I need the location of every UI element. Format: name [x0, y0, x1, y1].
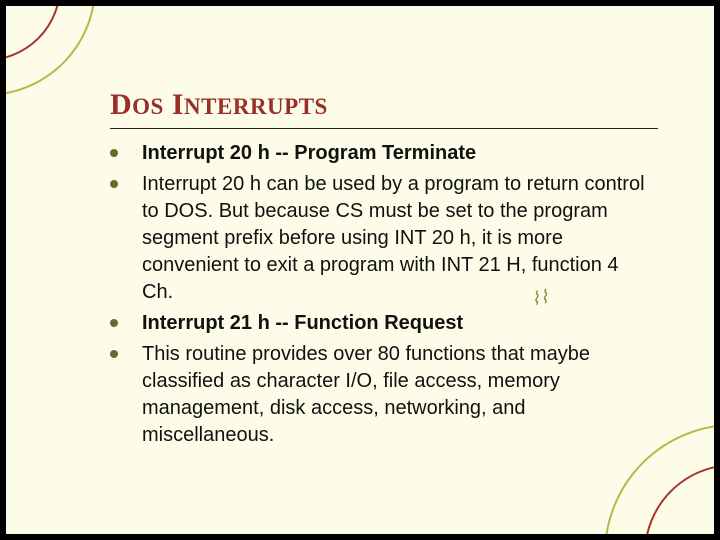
bullet-icon — [110, 149, 118, 157]
list-item-text: Interrupt 21 h -- Function Request — [142, 310, 463, 337]
list-item-text: Interrupt 20 h -- Program Terminate — [142, 140, 476, 167]
list-item: Interrupt 21 h -- Function Request — [110, 310, 650, 337]
list-item: This routine provides over 80 functions … — [110, 341, 650, 449]
list-item-text: Interrupt 20 h can be used by a program … — [142, 171, 650, 306]
title-underline — [110, 128, 658, 129]
slide: DOS INTERRUPTS Interrupt 20 h -- Program… — [6, 6, 714, 534]
bullet-icon — [110, 319, 118, 327]
title-small: OS — [132, 94, 164, 119]
list-item-text: This routine provides over 80 functions … — [142, 341, 650, 449]
list-item-bold: Interrupt 21 h -- Function Request — [142, 312, 463, 334]
list-item-bold: Interrupt 20 h -- Program Terminate — [142, 142, 476, 164]
list-item: Interrupt 20 h -- Program Terminate — [110, 140, 650, 167]
slide-title: DOS INTERRUPTS — [110, 88, 328, 122]
list-item: Interrupt 20 h can be used by a program … — [110, 171, 650, 306]
title-space — [164, 88, 172, 121]
bullet-icon — [110, 180, 118, 188]
title-cap: D — [110, 88, 132, 121]
title-small: NTERRUPTS — [184, 94, 328, 119]
bullet-list: Interrupt 20 h -- Program Terminate Inte… — [110, 140, 650, 453]
bullet-icon — [110, 350, 118, 358]
title-cap: I — [172, 88, 184, 121]
